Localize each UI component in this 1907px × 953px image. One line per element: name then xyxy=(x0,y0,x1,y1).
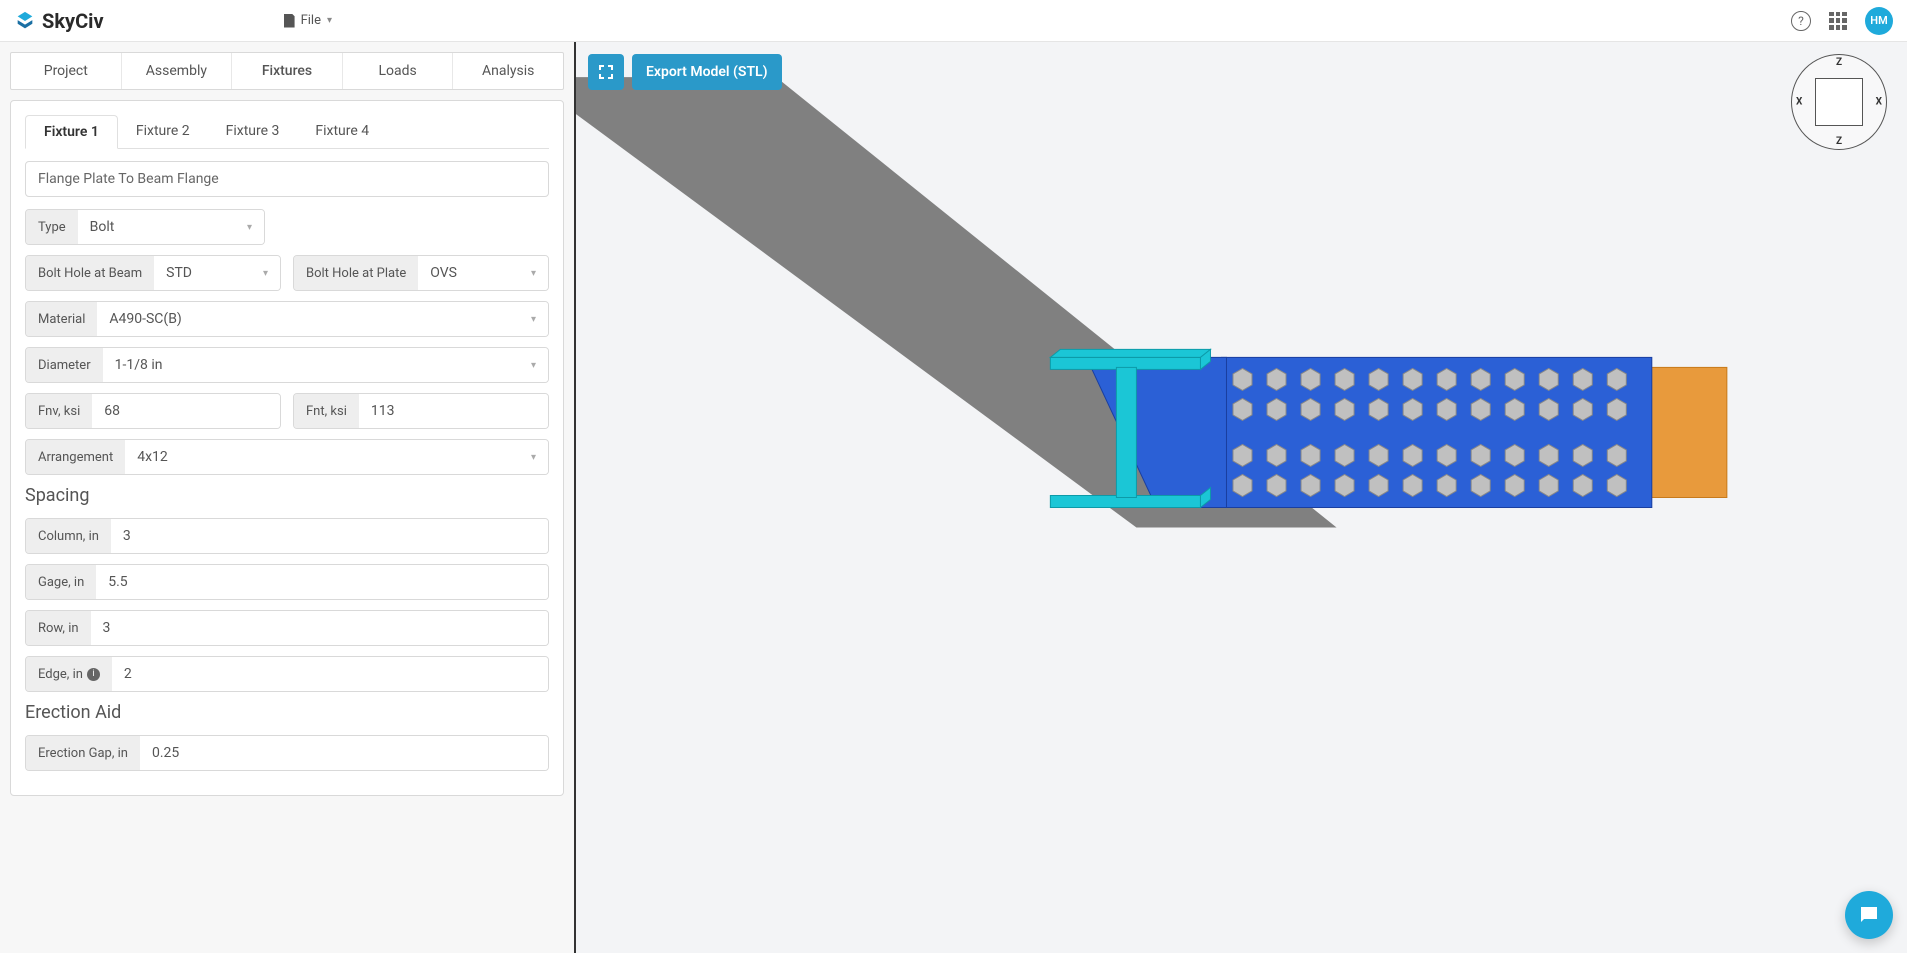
info-icon[interactable]: i xyxy=(87,668,100,681)
fixture-tab-3[interactable]: Fixture 3 xyxy=(208,115,298,148)
type-label: Type xyxy=(26,210,78,244)
top-bar: SkyCiv File ▾ ? HM xyxy=(0,0,1907,42)
file-menu[interactable]: File ▾ xyxy=(284,13,332,28)
chevron-down-icon: ▾ xyxy=(531,268,536,279)
fixture-name-input[interactable] xyxy=(25,161,549,197)
erection-gap-label: Erection Gap, in xyxy=(26,736,140,770)
material-select[interactable]: A490-SC(B)▾ xyxy=(97,302,548,336)
chevron-down-icon: ▾ xyxy=(247,222,252,233)
chevron-down-icon: ▾ xyxy=(531,360,536,371)
gizmo-axis-x-left: X xyxy=(1796,97,1802,108)
fnt-input[interactable] xyxy=(359,394,549,428)
erection-gap-input[interactable] xyxy=(140,736,548,770)
model-svg xyxy=(576,42,1907,953)
edge-label: Edge, in i xyxy=(26,657,112,691)
fnv-input[interactable] xyxy=(92,394,281,428)
fixture-panel: Fixture 1 Fixture 2 Fixture 3 Fixture 4 … xyxy=(10,100,564,796)
fixture-tabs: Fixture 1 Fixture 2 Fixture 3 Fixture 4 xyxy=(25,115,549,149)
orientation-gizmo[interactable]: Z Z X X xyxy=(1791,54,1887,150)
export-model-button[interactable]: Export Model (STL) xyxy=(632,54,782,90)
gizmo-axis-z-top: Z xyxy=(1836,57,1842,68)
expand-icon xyxy=(598,64,614,80)
sidebar: Project Assembly Fixtures Loads Analysis… xyxy=(0,42,576,953)
row-input[interactable] xyxy=(91,611,548,645)
brand-icon xyxy=(14,10,36,32)
chevron-down-icon: ▾ xyxy=(531,314,536,325)
arrangement-select[interactable]: 4x12▾ xyxy=(125,440,548,474)
tab-analysis[interactable]: Analysis xyxy=(453,53,563,89)
document-icon xyxy=(284,14,295,28)
fixture-tab-1[interactable]: Fixture 1 xyxy=(25,115,118,149)
main-layout: Project Assembly Fixtures Loads Analysis… xyxy=(0,42,1907,953)
fixture-tab-4[interactable]: Fixture 4 xyxy=(297,115,387,148)
gizmo-axis-z-bottom: Z xyxy=(1836,136,1842,147)
tab-project[interactable]: Project xyxy=(11,53,122,89)
main-tabs: Project Assembly Fixtures Loads Analysis xyxy=(10,52,564,90)
chat-icon xyxy=(1857,903,1881,927)
chevron-down-icon: ▾ xyxy=(263,268,268,279)
tab-fixtures[interactable]: Fixtures xyxy=(232,53,343,89)
file-menu-label: File xyxy=(301,13,321,28)
help-icon[interactable]: ? xyxy=(1791,11,1811,31)
brand-text: SkyCiv xyxy=(42,9,104,33)
apps-icon[interactable] xyxy=(1829,12,1847,30)
edge-input[interactable] xyxy=(112,657,548,691)
bolt-hole-plate-select[interactable]: OVS▾ xyxy=(418,256,548,290)
viewer-toolbar: Export Model (STL) xyxy=(588,54,782,90)
column-input[interactable] xyxy=(111,519,548,553)
spacing-heading: Spacing xyxy=(25,485,549,506)
material-label: Material xyxy=(26,302,97,336)
column-label: Column, in xyxy=(26,519,111,553)
row-label: Row, in xyxy=(26,611,91,645)
brand: SkyCiv xyxy=(14,9,104,33)
bolt-hole-beam-select[interactable]: STD▾ xyxy=(154,256,280,290)
diameter-select[interactable]: 1-1/8 in▾ xyxy=(103,348,548,382)
fixture-tab-2[interactable]: Fixture 2 xyxy=(118,115,208,148)
topbar-right: ? HM xyxy=(1791,7,1893,35)
tab-assembly[interactable]: Assembly xyxy=(122,53,233,89)
gizmo-axis-x-right: X xyxy=(1876,97,1882,108)
tab-loads[interactable]: Loads xyxy=(343,53,454,89)
avatar[interactable]: HM xyxy=(1865,7,1893,35)
gage-input[interactable] xyxy=(96,565,548,599)
bolt-hole-beam-label: Bolt Hole at Beam xyxy=(26,256,154,290)
type-select[interactable]: Bolt▾ xyxy=(78,210,264,244)
fnv-label: Fnv, ksi xyxy=(26,394,92,428)
expand-button[interactable] xyxy=(588,54,624,90)
diameter-label: Diameter xyxy=(26,348,103,382)
viewport-3d[interactable]: Export Model (STL) Z Z X X xyxy=(576,42,1907,953)
arrangement-label: Arrangement xyxy=(26,440,125,474)
gage-label: Gage, in xyxy=(26,565,96,599)
chevron-down-icon: ▾ xyxy=(327,15,332,26)
chat-button[interactable] xyxy=(1845,891,1893,939)
gizmo-cube[interactable] xyxy=(1815,78,1863,126)
erection-heading: Erection Aid xyxy=(25,702,549,723)
fnt-label: Fnt, ksi xyxy=(294,394,359,428)
bolt-hole-plate-label: Bolt Hole at Plate xyxy=(294,256,418,290)
chevron-down-icon: ▾ xyxy=(531,452,536,463)
scene-3d xyxy=(576,42,1907,953)
